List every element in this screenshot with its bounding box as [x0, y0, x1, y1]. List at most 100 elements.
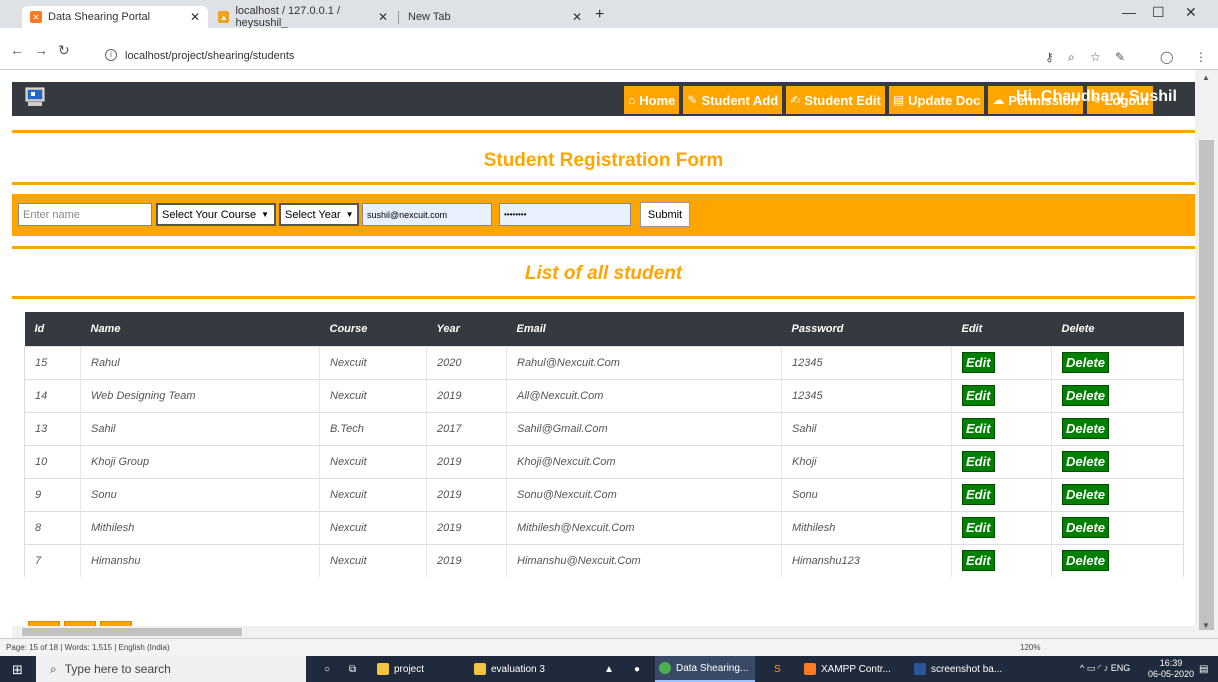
app-label: evaluation 3: [491, 663, 545, 675]
delete-button[interactable]: Delete: [1062, 418, 1110, 439]
table-row: 7 Himanshu Nexcuit 2019 Himanshu@Nexcuit.Com…: [24, 543, 1184, 577]
windows-start-icon[interactable]: ⊞: [12, 662, 23, 678]
cell-edit: Edit: [951, 543, 1052, 577]
delete-button[interactable]: Delete: [1062, 385, 1110, 406]
clock-time: 16:39: [1159, 658, 1183, 668]
zoom-level[interactable]: 120%: [1020, 643, 1040, 652]
new-tab-plus-icon[interactable]: +: [595, 6, 604, 24]
tab-phpmyadmin[interactable]: ▲ localhost / 127.0.0.1 / heysushil_ ✕: [210, 5, 396, 29]
edit-button[interactable]: Edit: [962, 517, 995, 538]
edit-button[interactable]: Edit: [962, 418, 995, 439]
cell-delete: Delete: [1051, 477, 1184, 511]
edit-button[interactable]: Edit: [962, 385, 995, 406]
name-input[interactable]: Enter name: [18, 203, 152, 226]
column-header: Year: [426, 312, 507, 346]
extension-icon[interactable]: ✎: [1115, 50, 1125, 64]
scroll-up-icon[interactable]: ▲: [1202, 73, 1210, 82]
cell-name: Web Designing Team: [80, 378, 320, 412]
tab-new-tab[interactable]: New Tab ✕: [400, 6, 590, 28]
table-row: 9 Sonu Nexcuit 2019 Sonu@Nexcuit.Com Sonu Edit…: [24, 477, 1184, 511]
vlc-icon[interactable]: ▲: [600, 656, 618, 682]
minimize-icon[interactable]: —: [1122, 4, 1136, 20]
tab-data-shearing-portal[interactable]: ✕ Data Shearing Portal ✕: [22, 6, 208, 28]
notification-icon[interactable]: ▤: [1195, 656, 1212, 682]
cell-id: 9: [24, 477, 81, 511]
scroll-thumb[interactable]: [1199, 140, 1214, 630]
taskbar-app-chrome[interactable]: Data Shearing...: [655, 656, 755, 682]
close-tab-icon[interactable]: ✕: [572, 10, 582, 24]
delete-button[interactable]: Delete: [1062, 517, 1110, 538]
horizontal-scrollbar[interactable]: [12, 626, 1195, 638]
taskbar-app-evaluation[interactable]: evaluation 3: [470, 656, 565, 682]
table-row: 13 Sahil B.Tech 2017 Sahil@Gmail.Com Sahil Edi…: [24, 411, 1184, 445]
course-select[interactable]: Select Your Course ▼: [156, 203, 276, 226]
site-info-icon[interactable]: i: [105, 49, 117, 61]
taskbar-app-word[interactable]: screenshot ba...: [910, 656, 1015, 682]
year-select[interactable]: Select Year ▼: [279, 203, 359, 226]
key-icon[interactable]: ⚷: [1045, 50, 1054, 64]
back-icon[interactable]: ←: [10, 42, 24, 58]
reload-icon[interactable]: ↻: [58, 42, 70, 59]
cell-year: 2019: [426, 378, 507, 412]
app-label: project: [394, 663, 425, 675]
edit-button[interactable]: Edit: [962, 352, 995, 373]
scroll-down-icon[interactable]: ▼: [1202, 621, 1210, 630]
submit-button[interactable]: Submit: [640, 202, 690, 227]
close-window-icon[interactable]: ✕: [1185, 4, 1197, 21]
divider: [12, 296, 1195, 299]
cell-edit: Edit: [951, 510, 1052, 544]
scroll-thumb[interactable]: [22, 628, 242, 636]
tray-icons[interactable]: ^ ▭ ◜ ♪ ENG: [1080, 663, 1130, 674]
url-field[interactable]: localhost/project/shearing/students: [125, 50, 294, 62]
table-header-row: Id Name Course Year Email Password Edit …: [24, 312, 1184, 346]
xampp-icon: ✕: [30, 11, 42, 23]
dropdown-arrow-icon: ▼: [345, 210, 354, 219]
edit-button[interactable]: Edit: [962, 550, 995, 572]
delete-button[interactable]: Delete: [1062, 550, 1110, 572]
app-icon[interactable]: ●: [630, 656, 644, 682]
vertical-scrollbar[interactable]: ▲ ▼: [1195, 70, 1218, 638]
delete-button[interactable]: Delete: [1062, 451, 1110, 472]
close-tab-icon[interactable]: ✕: [378, 10, 388, 24]
nav-student-edit-button[interactable]: ✍ Student Edit: [786, 86, 885, 114]
edit-button[interactable]: Edit: [962, 451, 995, 472]
password-input[interactable]: ••••••••: [499, 203, 631, 226]
cell-year: 2019: [426, 477, 507, 511]
cell-name: Sahil: [80, 411, 320, 445]
table-row: 10 Khoji Group Nexcuit 2019 Khoji@Nexcuit.Co…: [24, 444, 1184, 478]
cell-delete: Delete: [1051, 411, 1184, 445]
sublime-icon[interactable]: S: [770, 656, 785, 682]
cell-year: 2019: [426, 444, 507, 478]
taskbar-clock[interactable]: 16:39 06-05-2020: [1148, 658, 1194, 680]
cell-name: Himanshu: [80, 543, 320, 577]
menu-dots-icon[interactable]: ⋮: [1195, 50, 1207, 64]
cell-password: Himanshu123: [781, 543, 952, 577]
search-icon: ⌕: [50, 661, 57, 676]
table-row: 14 Web Designing Team Nexcuit 2019 All@Nexcu…: [24, 378, 1184, 412]
zoom-icon[interactable]: ⌕: [1068, 50, 1075, 65]
nav-home-button[interactable]: ⌂ Home: [624, 86, 680, 114]
email-input[interactable]: sushil@nexcuit.com: [362, 203, 492, 226]
year-select-value: Select Year: [285, 208, 341, 221]
nav-student-add-button[interactable]: ✎ Student Add: [683, 86, 783, 114]
edit-button[interactable]: Edit: [962, 484, 995, 505]
profile-icon[interactable]: ◯: [1160, 50, 1173, 64]
computer-logo-icon[interactable]: [24, 87, 46, 107]
bookmark-star-icon[interactable]: ☆: [1090, 50, 1101, 64]
taskbar-app-project[interactable]: project: [373, 656, 463, 682]
cell-edit: Edit: [951, 477, 1052, 511]
close-tab-icon[interactable]: ✕: [190, 10, 200, 24]
maximize-icon[interactable]: ☐: [1152, 4, 1165, 21]
cell-name: Sonu: [80, 477, 320, 511]
table-row: 8 Mithilesh Nexcuit 2019 Mithilesh@Nexcuit.C…: [24, 510, 1184, 544]
taskbar-app-xampp[interactable]: XAMPP Contr...: [800, 656, 905, 682]
delete-button[interactable]: Delete: [1062, 352, 1110, 373]
task-view-icon[interactable]: ⧉: [345, 656, 360, 682]
cell-delete: Delete: [1051, 444, 1184, 478]
forward-icon[interactable]: →: [34, 42, 48, 58]
cortana-icon[interactable]: ○: [320, 656, 334, 682]
nav-update-doc-button[interactable]: ▤ Update Doc: [888, 86, 985, 114]
dropdown-arrow-icon: ▼: [261, 210, 270, 219]
delete-button[interactable]: Delete: [1062, 484, 1110, 505]
taskbar-search[interactable]: ⌕ Type here to search: [36, 656, 306, 682]
